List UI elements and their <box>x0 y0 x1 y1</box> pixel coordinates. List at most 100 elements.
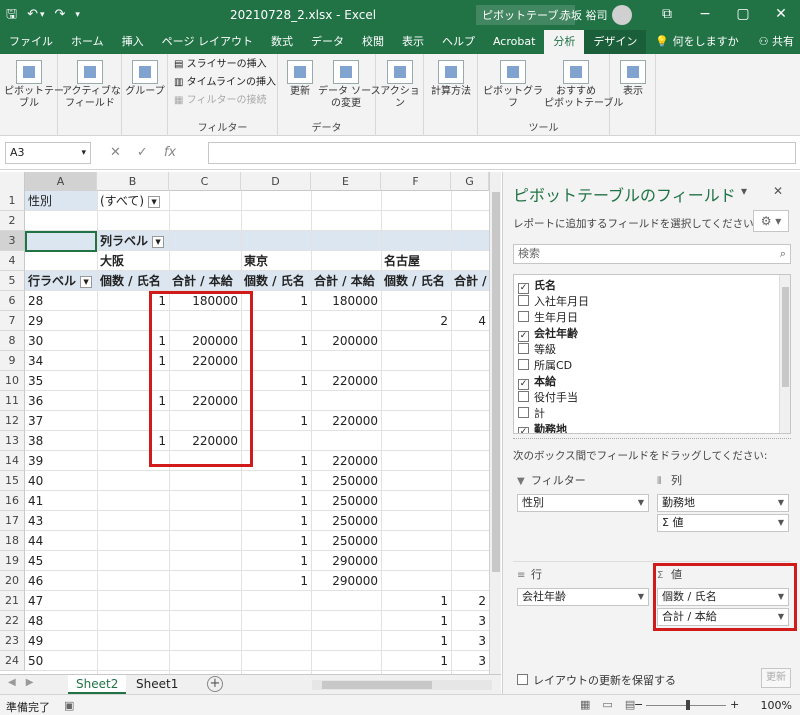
columns-area[interactable]: ⦀ 列 勤務地 ▼ Σ 値 ▼ <box>653 468 793 560</box>
row-header[interactable]: 7 <box>0 311 25 331</box>
close-button[interactable]: ✕ <box>762 0 800 30</box>
row-header[interactable]: 12 <box>0 411 25 431</box>
zoom-in-button[interactable]: + <box>730 698 739 711</box>
insert-function-icon[interactable]: fx <box>164 145 176 160</box>
panel-close-icon[interactable]: ✕ <box>773 184 783 198</box>
normal-view-icon[interactable]: ▦ <box>580 698 590 711</box>
filter-dropdown-icon[interactable]: ▼ <box>152 235 165 248</box>
field-list-scroll-thumb[interactable] <box>782 287 789 387</box>
field-search-input[interactable]: 検索 ⌕ <box>513 244 791 264</box>
add-sheet-button[interactable]: + <box>207 676 223 692</box>
defer-layout-update[interactable]: レイアウトの更新を保留する <box>517 672 676 688</box>
tab-data[interactable]: データ <box>302 30 353 54</box>
sheet-tab-sheet2[interactable]: Sheet2 <box>68 675 127 694</box>
tab-insert[interactable]: 挿入 <box>113 30 153 54</box>
cell-a18[interactable]: 44 <box>25 531 97 551</box>
cell-d19[interactable]: 1 <box>241 551 311 571</box>
change-data-source-button[interactable]: データ ソース の変更 <box>318 60 381 110</box>
column-header-a[interactable]: A <box>25 172 97 191</box>
field-checkbox[interactable] <box>518 359 529 370</box>
row-header[interactable]: 18 <box>0 531 25 551</box>
tab-file[interactable]: ファイル <box>0 30 62 54</box>
cell-f23[interactable]: 1 <box>381 631 451 651</box>
field-item[interactable]: ✓ 会社年齢 <box>518 326 578 342</box>
cell-a12[interactable]: 37 <box>25 411 97 431</box>
calculations-button[interactable]: 計算方法 <box>426 60 476 98</box>
cell-a13[interactable]: 38 <box>25 431 97 451</box>
field-item[interactable]: 等級 <box>518 342 556 358</box>
cell-b1[interactable]: (すべて) ▼ <box>97 191 169 211</box>
tab-home[interactable]: ホーム <box>62 30 113 54</box>
cell-a20[interactable]: 46 <box>25 571 97 591</box>
field-list-scrollbar[interactable] <box>779 275 790 433</box>
recommended-pivottables-button[interactable]: おすすめ ピボットテーブル <box>544 60 623 110</box>
filters-area[interactable]: ▼ フィルター 性別 ▼ <box>513 468 653 560</box>
cell-e10[interactable]: 220000 <box>311 371 381 391</box>
row-header[interactable]: 24 <box>0 651 25 671</box>
field-item[interactable]: 計 <box>518 406 545 422</box>
vertical-scrollbar[interactable] <box>489 172 501 674</box>
gear-icon[interactable]: ⚙ ▾ <box>753 210 789 232</box>
filter-field-gender[interactable]: 性別 ▼ <box>517 494 649 512</box>
field-checkbox[interactable]: ✓ <box>518 427 529 433</box>
cell-e17[interactable]: 250000 <box>311 511 381 531</box>
cell-e6[interactable]: 180000 <box>311 291 381 311</box>
cell-a14[interactable]: 39 <box>25 451 97 471</box>
cell-c5[interactable]: 合計 / 本給 <box>169 271 241 291</box>
field-checkbox[interactable]: ✓ <box>518 331 529 342</box>
defer-checkbox[interactable] <box>517 674 528 685</box>
row-header[interactable]: 5 <box>0 271 25 291</box>
enter-icon[interactable]: ✓ <box>137 145 148 160</box>
cell-e5[interactable]: 合計 / 本給 <box>311 271 381 291</box>
tab-review[interactable]: 校閲 <box>353 30 393 54</box>
field-checkbox[interactable] <box>518 391 529 402</box>
row-header[interactable]: 13 <box>0 431 25 451</box>
tab-view[interactable]: 表示 <box>393 30 433 54</box>
row-header[interactable]: 14 <box>0 451 25 471</box>
cell-a16[interactable]: 41 <box>25 491 97 511</box>
field-item[interactable]: ✓ 氏名 <box>518 278 556 294</box>
column-field-values[interactable]: Σ 値 ▼ <box>657 514 789 532</box>
avatar[interactable] <box>612 5 632 25</box>
update-button[interactable]: 更新 <box>761 668 791 688</box>
pivottable-options-button[interactable]: ピボットテー ブル <box>4 60 64 110</box>
cell-a19[interactable]: 45 <box>25 551 97 571</box>
show-button[interactable]: 表示 <box>614 60 652 98</box>
column-header-c[interactable]: C <box>169 172 241 191</box>
group-button[interactable]: グループ <box>124 60 166 98</box>
cell-a5[interactable]: 行ラベル ▼ <box>25 271 97 291</box>
cell-a15[interactable]: 40 <box>25 471 97 491</box>
row-header[interactable]: 4 <box>0 251 25 271</box>
share-button[interactable]: ⚇ 共有 <box>759 30 794 54</box>
redo-icon[interactable]: ↷ <box>55 6 66 24</box>
tab-acrobat[interactable]: Acrobat <box>484 30 544 54</box>
minimize-button[interactable]: − <box>686 0 724 30</box>
field-checkbox[interactable]: ✓ <box>518 283 529 294</box>
cell-a22[interactable]: 48 <box>25 611 97 631</box>
customize-qat-icon[interactable]: ▾ <box>75 6 80 24</box>
field-item[interactable]: 役付手当 <box>518 390 578 406</box>
cell-d17[interactable]: 1 <box>241 511 311 531</box>
cell-a21[interactable]: 47 <box>25 591 97 611</box>
cell-e8[interactable]: 200000 <box>311 331 381 351</box>
undo-icon[interactable]: ↶ <box>27 6 38 24</box>
cell-e14[interactable]: 220000 <box>311 451 381 471</box>
cell-e20[interactable]: 290000 <box>311 571 381 591</box>
cell-b3[interactable]: 列ラベル ▼ <box>97 231 169 251</box>
cell-a8[interactable]: 30 <box>25 331 97 351</box>
column-header-e[interactable]: E <box>311 172 381 191</box>
column-field-location[interactable]: 勤務地 ▼ <box>657 494 789 512</box>
field-item[interactable]: 所属CD <box>518 358 572 374</box>
horizontal-scroll-thumb[interactable] <box>322 681 432 689</box>
field-checkbox[interactable] <box>518 295 529 306</box>
row-header[interactable]: 16 <box>0 491 25 511</box>
cell-g7[interactable]: 4 <box>451 311 489 331</box>
cell-e15[interactable]: 250000 <box>311 471 381 491</box>
cell-a24[interactable]: 50 <box>25 651 97 671</box>
name-box-dropdown-icon[interactable]: ▾ <box>81 143 86 163</box>
save-icon[interactable]: 🖫 <box>6 6 17 24</box>
tab-help[interactable]: ヘルプ <box>433 30 484 54</box>
spreadsheet-grid[interactable]: A B C D E F G 1 性別 (すべて) ▼ 2 3 列ラベル ▼ 4 大阪 東京 名古屋 5 行… <box>0 172 489 674</box>
prev-sheet-icon[interactable]: ◀ <box>8 677 16 688</box>
cell-f22[interactable]: 1 <box>381 611 451 631</box>
